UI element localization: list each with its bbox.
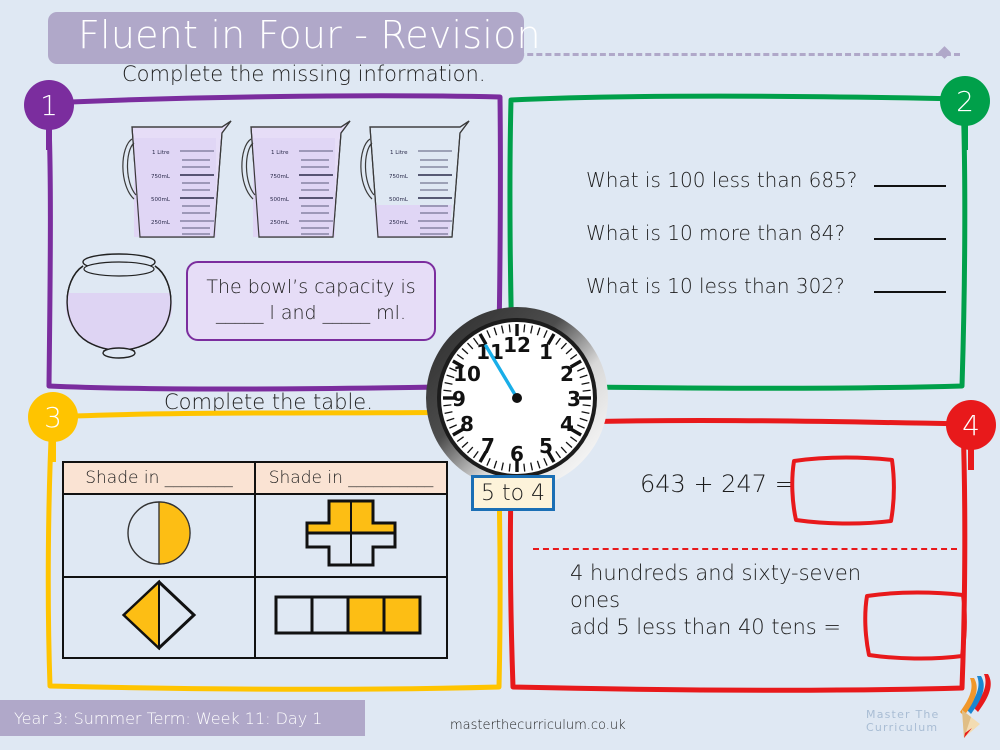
clock-numeral-3: 3 <box>567 387 581 411</box>
clock-numeral-12: 12 <box>503 333 531 357</box>
pencil-logo-icon <box>960 674 991 738</box>
answer-box-1[interactable] <box>788 452 900 528</box>
clock-numeral-7: 7 <box>481 434 495 458</box>
clock-numeral-1: 1 <box>539 340 553 364</box>
section-1-badge: 1 <box>24 80 74 130</box>
section-3-badge: 3 <box>28 392 78 442</box>
section-4-divider <box>533 548 957 550</box>
answer-box-2[interactable] <box>862 588 970 664</box>
clock-numeral-5: 5 <box>539 434 553 458</box>
analogue-clock: 12 1 2 3 4 5 6 7 8 9 10 11 <box>424 305 610 496</box>
clock-time-answer-box[interactable]: 5 to 4 <box>471 475 555 511</box>
clock-numeral-2: 2 <box>560 362 574 386</box>
clock-numeral-9: 9 <box>452 387 466 411</box>
worksheet-page: Fluent in Four - Revision 1 2 3 4 Comple… <box>0 0 1000 750</box>
clock-centre-pin <box>512 393 522 403</box>
section-2-badge: 2 <box>940 76 990 126</box>
clock-numeral-4: 4 <box>560 412 574 436</box>
clock-numeral-10: 10 <box>453 362 481 386</box>
clock-numeral-8: 8 <box>460 412 474 436</box>
clock-numeral-6: 6 <box>510 442 524 466</box>
section-4-badge: 4 <box>946 400 996 450</box>
